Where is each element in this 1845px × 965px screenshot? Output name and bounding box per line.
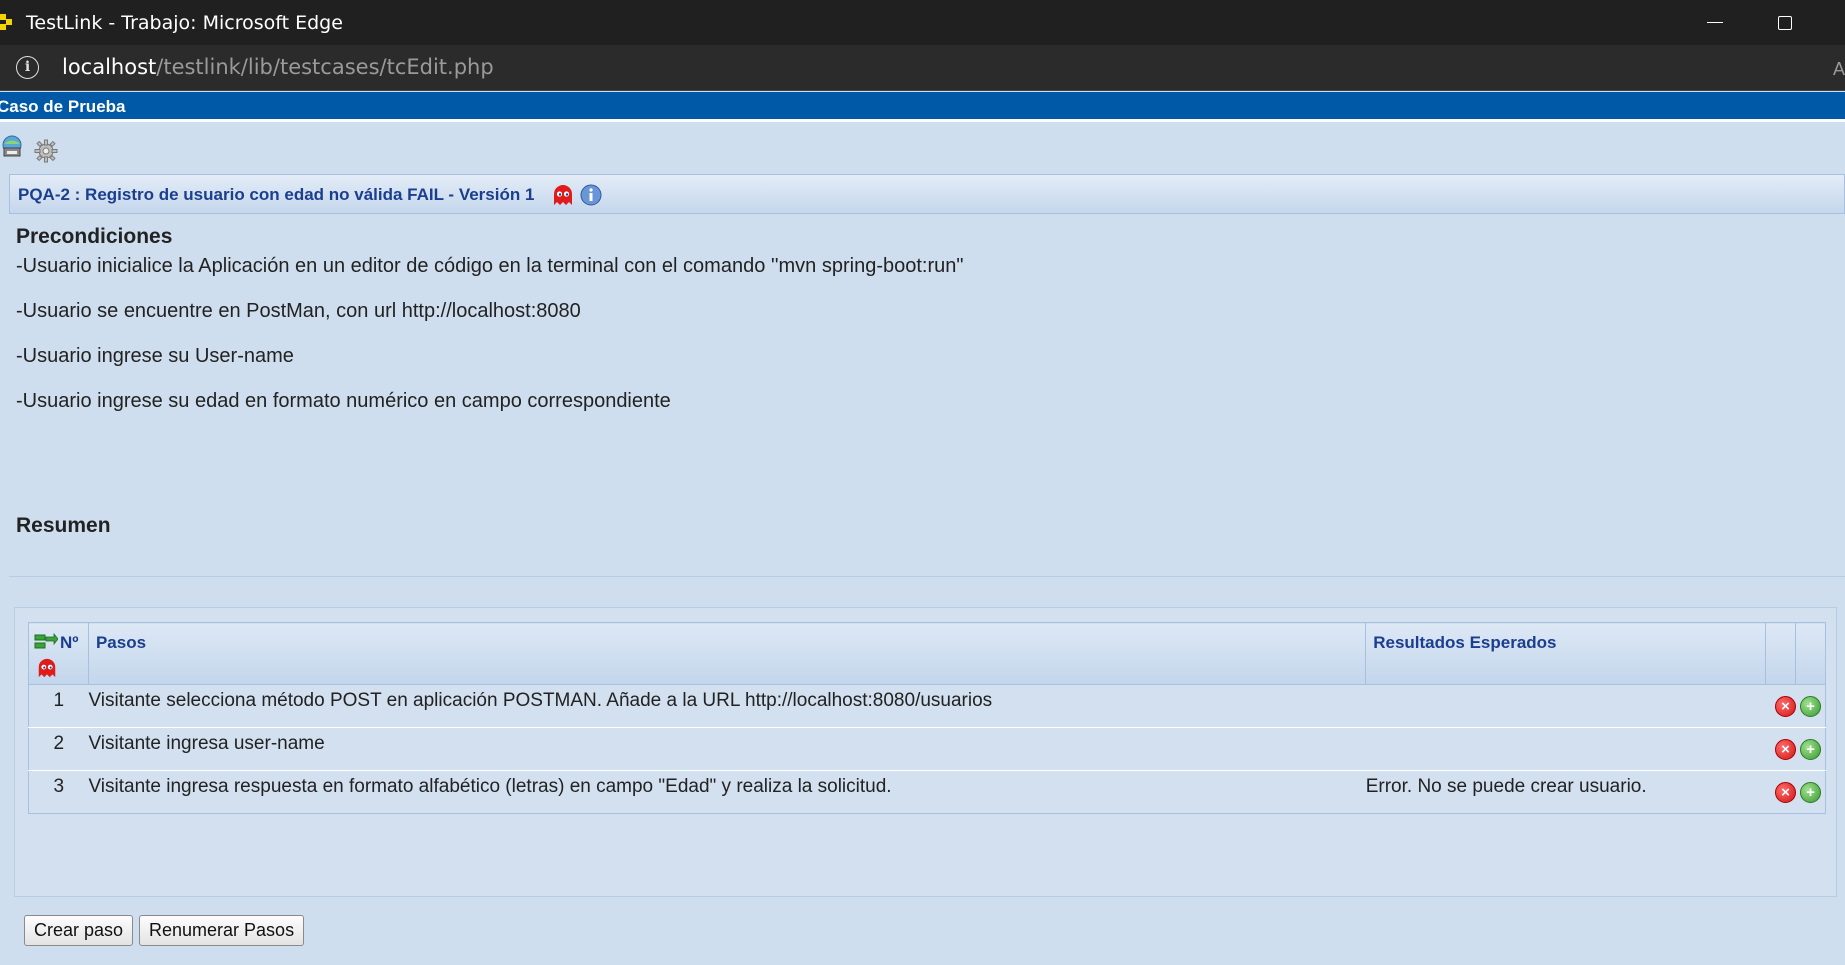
steps-header-row: Nº Pasos Resultados Esperados: [28, 622, 1827, 685]
window-titlebar: TestLink - Trabajo: Microsoft Edge: [0, 0, 1845, 45]
section-divider: [9, 576, 1845, 577]
precondition-line: -Usuario ingrese su User-name: [16, 345, 294, 367]
precondition-line: -Usuario ingrese su edad en formato numé…: [16, 390, 671, 412]
delete-icon[interactable]: ×: [1775, 739, 1796, 760]
info-icon[interactable]: i: [16, 56, 39, 79]
preconditions-heading: Precondiciones: [16, 225, 173, 248]
table-row[interactable]: 2 Visitante ingresa user-name × +: [28, 727, 1826, 771]
minimize-icon: [1707, 21, 1723, 24]
reorder-icon[interactable]: [34, 633, 58, 651]
precondition-line: -Usuario inicialice la Aplicación en un …: [16, 255, 964, 277]
header-expected: Resultados Esperados: [1365, 622, 1766, 685]
add-icon[interactable]: +: [1800, 782, 1821, 803]
url-text[interactable]: localhost/testlink/lib/testcases/tcEdit.…: [62, 55, 494, 79]
step-expected[interactable]: [1365, 684, 1766, 728]
step-number: 1: [28, 684, 89, 728]
delete-icon[interactable]: ×: [1775, 782, 1796, 803]
ghost-icon[interactable]: [551, 183, 575, 207]
header-empty: [1765, 622, 1796, 685]
page-header: Caso de Prueba: [0, 92, 1845, 122]
url-overflow-char: A: [1832, 59, 1845, 79]
testlink-logo-icon: [0, 14, 12, 30]
maximize-icon: [1778, 15, 1792, 30]
maximize-button[interactable]: [1750, 0, 1820, 45]
ghost-icon[interactable]: [36, 657, 58, 679]
add-icon[interactable]: +: [1800, 739, 1821, 760]
step-actions: × +: [1765, 684, 1826, 728]
step-text[interactable]: Visitante selecciona método POST en apli…: [88, 684, 1366, 728]
steps-table: Nº Pasos Resultados Esperados 1 Visitant…: [28, 622, 1827, 814]
steps-panel: Nº Pasos Resultados Esperados 1 Visitant…: [14, 607, 1837, 897]
header-num: Nº: [28, 622, 89, 685]
step-expected[interactable]: [1365, 727, 1766, 771]
step-text[interactable]: Visitante ingresa respuesta en formato a…: [88, 770, 1366, 814]
delete-icon[interactable]: ×: [1775, 696, 1796, 717]
step-actions: × +: [1765, 770, 1826, 814]
header-empty: [1794, 622, 1827, 685]
create-step-button[interactable]: Crear paso: [24, 915, 134, 946]
precondition-line: -Usuario se encuentre en PostMan, con ur…: [16, 300, 581, 322]
page-title: Caso de Prueba: [0, 97, 126, 116]
testcase-title: PQA-2 : Registro de usuario con edad no …: [18, 185, 535, 204]
header-num-label: Nº: [60, 633, 79, 652]
step-number: 3: [28, 770, 89, 814]
gear-icon[interactable]: [34, 139, 58, 163]
window-title: TestLink - Trabajo: Microsoft Edge: [26, 12, 343, 34]
add-icon[interactable]: +: [1800, 696, 1821, 717]
table-row[interactable]: 1 Visitante selecciona método POST en ap…: [28, 684, 1826, 728]
table-row[interactable]: 3 Visitante ingresa respuesta en formato…: [28, 770, 1826, 814]
address-bar[interactable]: i localhost/testlink/lib/testcases/tcEdi…: [0, 45, 1845, 91]
header-steps: Pasos: [87, 622, 1367, 685]
minimize-button[interactable]: [1680, 0, 1750, 45]
print-icon[interactable]: [0, 135, 24, 159]
step-text[interactable]: Visitante ingresa user-name: [88, 727, 1366, 771]
testcase-title-bar: PQA-2 : Registro de usuario con edad no …: [9, 174, 1845, 214]
step-number: 2: [28, 727, 89, 771]
info-circle-icon[interactable]: [580, 184, 602, 206]
renumber-steps-button[interactable]: Renumerar Pasos: [139, 915, 305, 946]
step-expected[interactable]: Error. No se puede crear usuario.: [1365, 770, 1766, 814]
summary-heading: Resumen: [16, 514, 111, 537]
step-actions: × +: [1765, 727, 1826, 771]
